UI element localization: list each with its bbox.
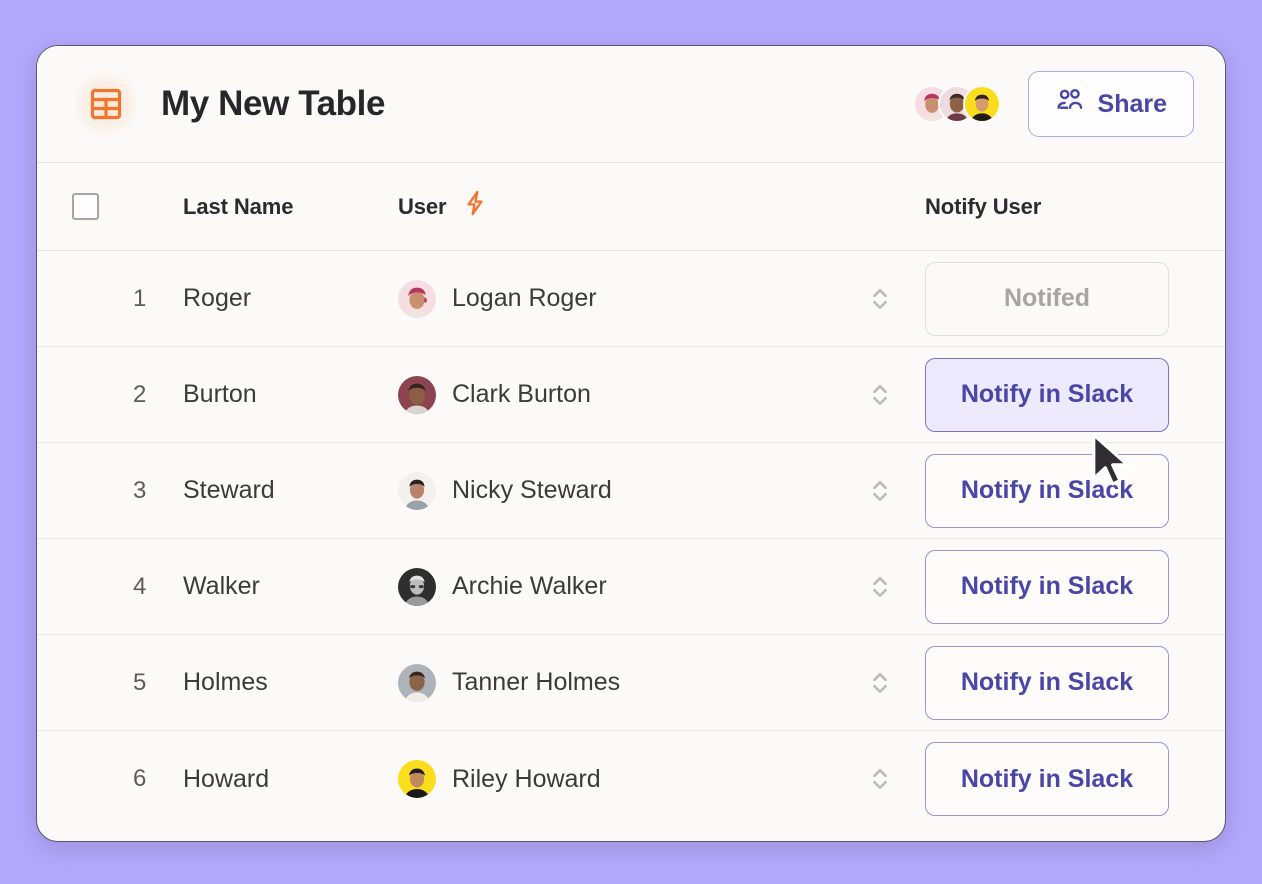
cell-last-name[interactable]: Burton — [183, 380, 398, 409]
row-number: 3 — [133, 477, 183, 505]
cell-user[interactable]: Riley Howard — [398, 760, 835, 798]
table-card: My New Table — [36, 45, 1226, 842]
cell-notify: Notify in Slack — [925, 742, 1225, 816]
row-number: 6 — [133, 765, 183, 793]
cell-user-name: Riley Howard — [452, 765, 601, 794]
cell-notify: Notify in Slack — [925, 358, 1225, 432]
header-actions: Share — [913, 71, 1194, 137]
cell-user[interactable]: Logan Roger — [398, 280, 835, 318]
cell-user[interactable]: Clark Burton — [398, 376, 835, 414]
share-button[interactable]: Share — [1028, 71, 1194, 137]
lightning-bolt-icon — [461, 189, 489, 224]
row-number: 4 — [133, 573, 183, 601]
chevron-up-down-icon[interactable] — [835, 380, 925, 410]
cell-last-name[interactable]: Holmes — [183, 668, 398, 697]
cell-last-name[interactable]: Steward — [183, 476, 398, 505]
table-grid-icon — [75, 73, 137, 135]
avatar — [398, 376, 436, 414]
table-row[interactable]: 2 Burton Clark Burton Notify in Slack — [37, 347, 1225, 443]
cell-notify: Notifed — [925, 262, 1225, 336]
notify-button[interactable]: Notify in Slack — [925, 550, 1169, 624]
table-row[interactable]: 1 Roger Logan Roger Notifed — [37, 251, 1225, 347]
notify-button[interactable]: Notify in Slack — [925, 454, 1169, 528]
card-header: My New Table — [37, 46, 1225, 163]
row-number: 1 — [133, 285, 183, 313]
table-row[interactable]: 3 Steward Nicky Steward Notify in Slack — [37, 443, 1225, 539]
select-all-checkbox[interactable] — [72, 193, 99, 220]
avatar — [398, 280, 436, 318]
row-number: 5 — [133, 669, 183, 697]
chevron-up-down-icon[interactable] — [835, 764, 925, 794]
cell-user-name: Archie Walker — [452, 572, 607, 601]
column-header-notify-user[interactable]: Notify User — [925, 194, 1225, 220]
cell-user-name: Logan Roger — [452, 284, 597, 313]
select-all-cell — [37, 193, 133, 220]
cell-notify: Notify in Slack — [925, 550, 1225, 624]
avatar — [398, 568, 436, 606]
avatar — [398, 472, 436, 510]
table-header-row: Last Name User Notify User — [37, 163, 1225, 251]
row-number: 2 — [133, 381, 183, 409]
data-table: Last Name User Notify User 1 Roger — [37, 163, 1225, 841]
avatar — [398, 664, 436, 702]
chevron-up-down-icon[interactable] — [835, 572, 925, 602]
column-header-user-label: User — [398, 194, 447, 220]
cell-last-name[interactable]: Howard — [183, 765, 398, 794]
cell-user[interactable]: Archie Walker — [398, 568, 835, 606]
table-row[interactable]: 4 Walker Archie Walker Notify in Slack — [37, 539, 1225, 635]
chevron-up-down-icon[interactable] — [835, 284, 925, 314]
cell-notify: Notify in Slack — [925, 646, 1225, 720]
cell-user-name: Nicky Steward — [452, 476, 612, 505]
avatar[interactable] — [963, 85, 1001, 123]
table-row[interactable]: 6 Howard Riley Howard Notify in Slack — [37, 731, 1225, 827]
cell-notify: Notify in Slack — [925, 454, 1225, 528]
notify-button: Notifed — [925, 262, 1169, 336]
people-icon — [1055, 86, 1084, 122]
chevron-up-down-icon[interactable] — [835, 668, 925, 698]
cell-user[interactable]: Tanner Holmes — [398, 664, 835, 702]
notify-button[interactable]: Notify in Slack — [925, 646, 1169, 720]
page-title: My New Table — [161, 84, 385, 124]
chevron-up-down-icon[interactable] — [835, 476, 925, 506]
notify-button[interactable]: Notify in Slack — [925, 358, 1169, 432]
cell-user-name: Clark Burton — [452, 380, 591, 409]
avatar — [398, 760, 436, 798]
notify-button[interactable]: Notify in Slack — [925, 742, 1169, 816]
cell-user-name: Tanner Holmes — [452, 668, 620, 697]
cell-user[interactable]: Nicky Steward — [398, 472, 835, 510]
cell-last-name[interactable]: Roger — [183, 284, 398, 313]
collaborator-avatars[interactable] — [913, 85, 1001, 123]
title-group: My New Table — [75, 73, 913, 135]
share-button-label: Share — [1098, 90, 1167, 119]
column-header-last-name[interactable]: Last Name — [183, 194, 398, 220]
cell-last-name[interactable]: Walker — [183, 572, 398, 601]
table-row[interactable]: 5 Holmes Tanner Holmes Notify in Slack — [37, 635, 1225, 731]
column-header-user[interactable]: User — [398, 189, 835, 224]
